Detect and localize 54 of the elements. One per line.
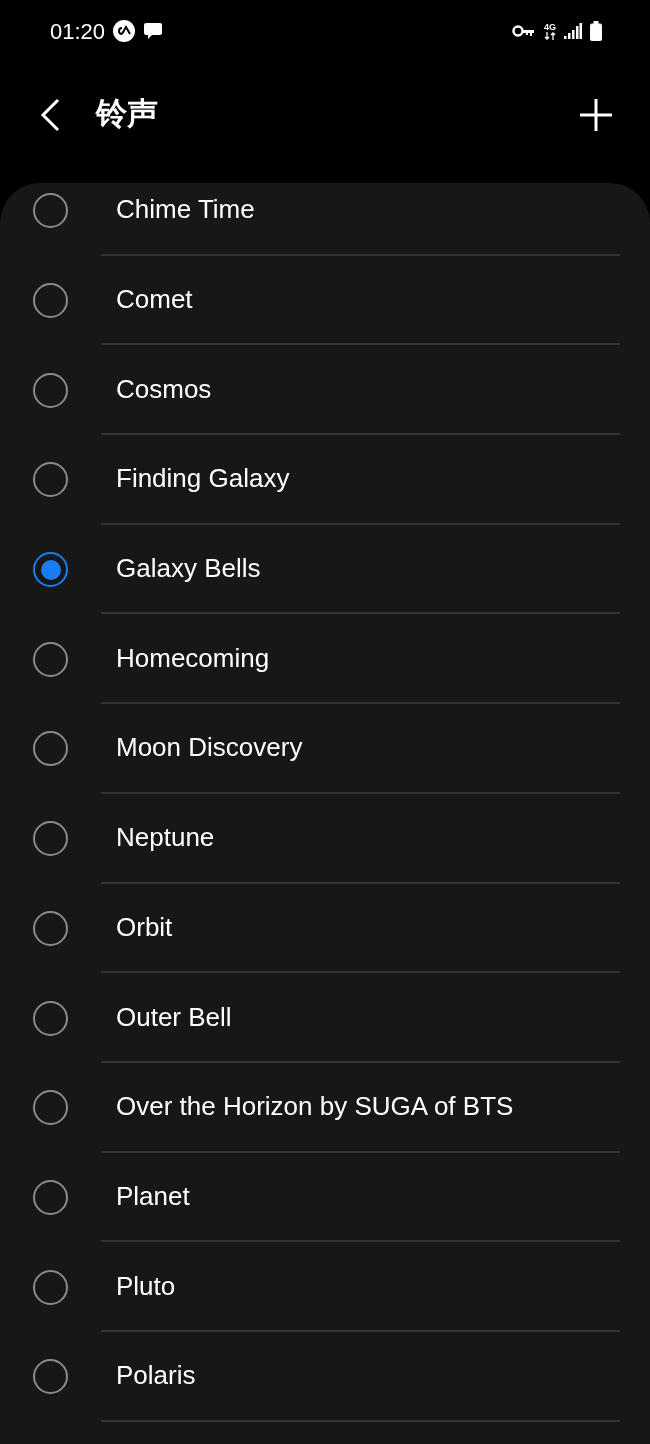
ringtone-name: Galaxy Bells [116,552,261,586]
ringtone-name: Chime Time [116,193,255,227]
radio-button[interactable] [33,552,68,588]
app-notification-icon [113,20,136,42]
ringtone-name: Outer Bell [116,1000,232,1034]
ringtone-item[interactable]: Orbit [0,883,650,974]
radio-button[interactable] [33,910,68,946]
ringtone-item[interactable]: Galaxy Bells [0,524,650,615]
signal-icon [564,23,582,39]
ringtone-name: Moon Discovery [116,731,303,765]
radio-button[interactable] [33,462,68,498]
radio-button[interactable] [33,372,68,408]
radio-button[interactable] [33,1269,68,1305]
radio-button[interactable] [33,641,68,677]
ringtone-name: Planet [116,1179,190,1213]
ringtone-name: Neptune [116,821,215,855]
ringtone-name: Orbit [116,910,173,944]
network-type: 4G [544,22,556,32]
battery-icon [590,21,602,41]
ringtone-name: Comet [116,283,193,317]
ringtone-item[interactable]: Chime Time [0,183,650,256]
ringtone-item[interactable]: Homecoming [0,614,650,705]
ringtone-item[interactable]: Neptune [0,793,650,884]
ringtone-name: Homecoming [116,641,270,675]
radio-button[interactable] [33,193,68,229]
add-button[interactable] [578,96,614,133]
ringtone-item[interactable]: Over the Horizon by SUGA of BTS [0,1062,650,1153]
ringtone-item[interactable]: Comet [0,255,650,346]
key-icon [512,24,536,38]
ringtone-item[interactable]: Finding Galaxy [0,435,650,525]
radio-button[interactable] [33,283,68,319]
page-title: 铃声 [96,95,158,134]
ringtone-item[interactable]: Polaris [0,1331,650,1422]
ringtone-item[interactable]: Cosmos [0,345,650,436]
ringtone-name: Pluto [116,1269,176,1303]
back-icon [40,97,60,132]
ringtone-name: Cosmos [116,372,212,406]
ringtone-name: Polaris [116,1359,196,1393]
radio-button[interactable] [33,1359,68,1395]
radio-button[interactable] [33,821,68,857]
radio-button[interactable] [33,1090,68,1126]
message-icon [143,21,164,41]
ringtone-name: Finding Galaxy [116,462,290,496]
data-arrows-icon [544,31,556,40]
add-icon [580,98,612,131]
ringtone-item[interactable]: Moon Discovery [0,704,650,794]
ringtone-item[interactable]: Pluto [0,1242,650,1332]
status-time: 01:20 [50,17,106,46]
radio-button[interactable] [33,1179,68,1215]
ringtone-item[interactable]: Outer Bell [0,973,650,1063]
ringtone-name: Over the Horizon by SUGA of BTS [116,1090,514,1124]
radio-button[interactable] [33,1000,68,1036]
ringtone-item[interactable]: Planet [0,1152,650,1243]
radio-button[interactable] [33,731,68,767]
